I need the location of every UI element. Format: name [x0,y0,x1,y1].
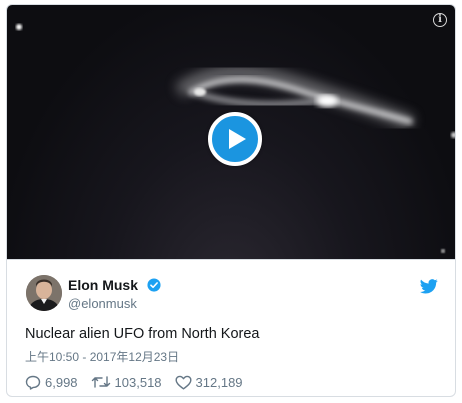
reply-count: 6,998 [45,374,78,390]
author-name[interactable]: Elon Musk [68,277,138,293]
embedded-tweet-card: i Elon Musk @elonmusk Nuclear alien UFO … [6,4,456,397]
tweet-meta: Elon Musk @elonmusk Nuclear alien UFO fr… [7,259,455,396]
avatar[interactable] [26,275,62,311]
tweet-timestamp[interactable]: 上午10:50 - 2017年12月23日 [25,348,179,365]
verified-badge-icon [147,278,161,292]
retweet-icon [91,376,110,388]
tweet-text: Nuclear alien UFO from North Korea [25,326,260,342]
like-button[interactable]: 312,189 [175,375,243,390]
reply-button[interactable]: 6,998 [25,375,78,390]
heart-icon [175,375,192,389]
tweet-actions: 6,998 103,518 312,189 [25,373,256,391]
avatar-image [26,275,62,311]
info-icon[interactable]: i [433,13,447,27]
like-count: 312,189 [195,374,243,390]
video-player[interactable]: i [7,5,455,259]
reply-icon [25,375,41,390]
twitter-bird-icon[interactable] [420,279,438,294]
author-handle[interactable]: @elonmusk [68,296,137,311]
play-button[interactable] [208,112,262,166]
play-icon [229,129,246,149]
retweet-count: 103,518 [114,374,162,390]
retweet-button[interactable]: 103,518 [91,375,162,390]
